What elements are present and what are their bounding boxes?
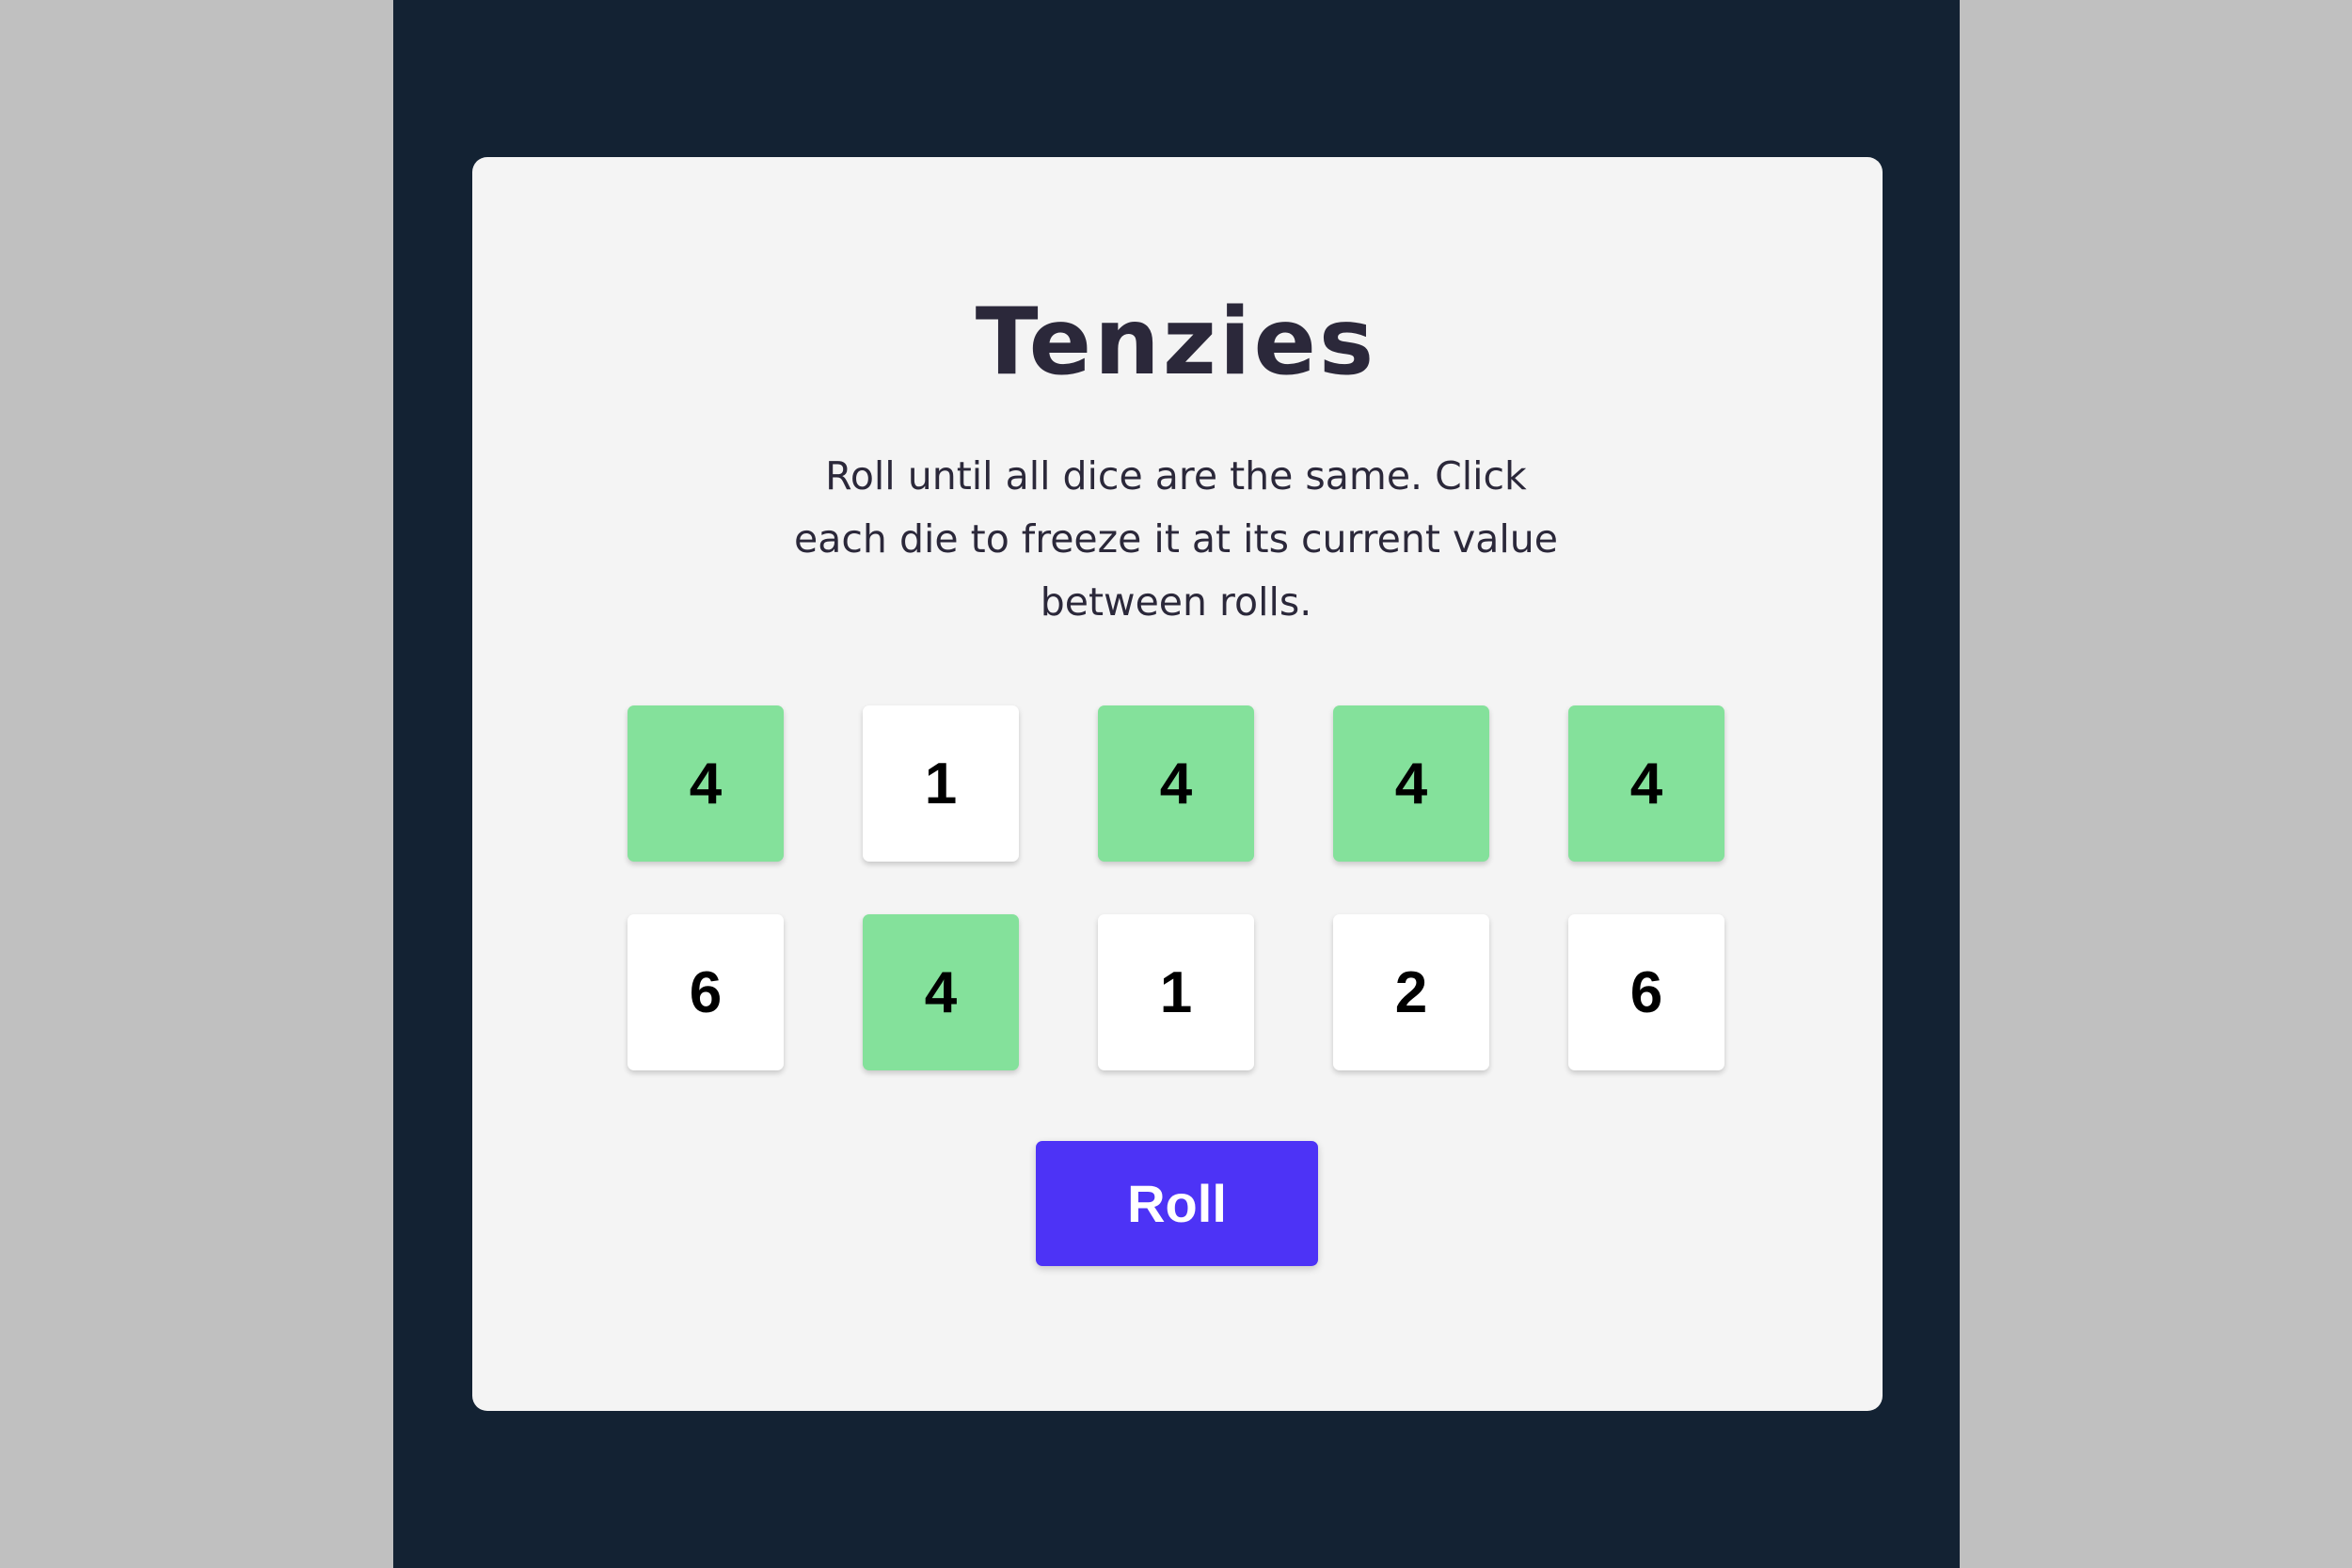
die[interactable]: 4: [1098, 705, 1254, 862]
die[interactable]: 2: [1333, 914, 1489, 1070]
die[interactable]: 4: [863, 914, 1019, 1070]
roll-button[interactable]: Roll: [1036, 1141, 1318, 1266]
die[interactable]: 4: [628, 705, 784, 862]
die[interactable]: 1: [863, 705, 1019, 862]
game-title: Tenzies: [975, 289, 1377, 396]
game-instructions: Roll until all dice are the same. Click …: [794, 453, 1558, 625]
die[interactable]: 6: [1568, 914, 1724, 1070]
die[interactable]: 4: [1568, 705, 1724, 862]
die[interactable]: 1: [1098, 914, 1254, 1070]
die[interactable]: 4: [1333, 705, 1489, 862]
die[interactable]: 6: [628, 914, 784, 1070]
